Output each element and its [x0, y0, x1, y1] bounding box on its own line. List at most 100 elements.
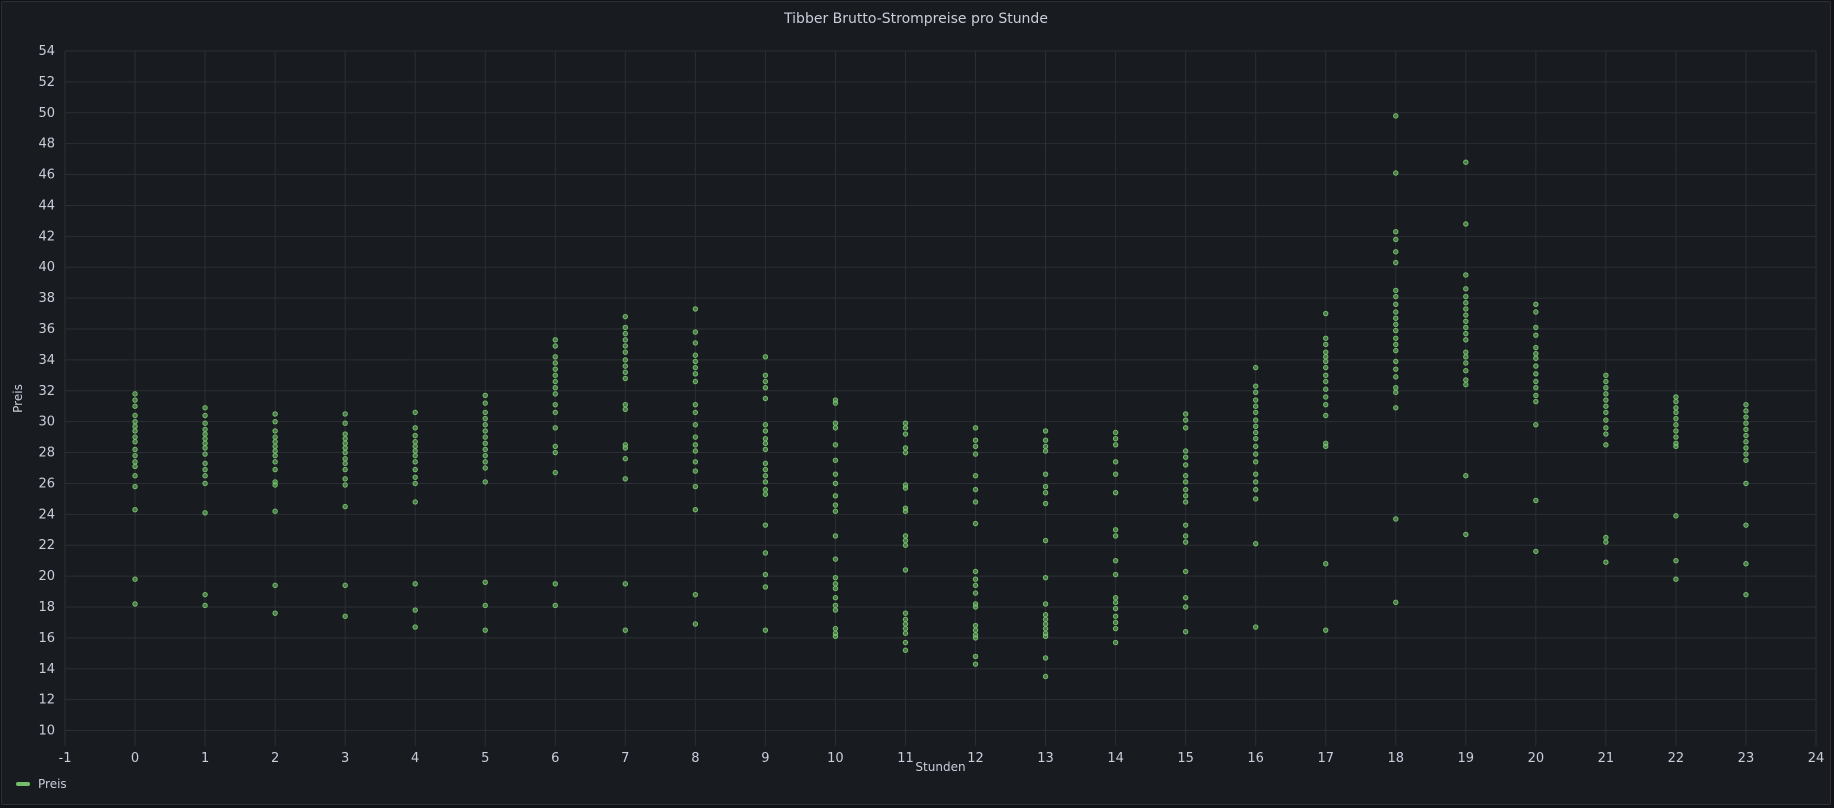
- data-point[interactable]: [1252, 423, 1259, 429]
- data-point[interactable]: [1323, 386, 1329, 392]
- data-point[interactable]: [972, 486, 979, 493]
- data-point[interactable]: [132, 483, 138, 490]
- data-point[interactable]: [762, 466, 769, 473]
- data-point[interactable]: [1533, 422, 1539, 428]
- data-point[interactable]: [482, 422, 488, 428]
- data-point[interactable]: [1393, 321, 1399, 328]
- data-point[interactable]: [412, 466, 418, 473]
- data-point[interactable]: [1042, 625, 1049, 632]
- data-point[interactable]: [482, 428, 488, 434]
- data-point[interactable]: [1533, 497, 1539, 504]
- data-point[interactable]: [482, 446, 488, 453]
- data-point[interactable]: [902, 567, 909, 573]
- data-point[interactable]: [342, 435, 348, 442]
- data-point[interactable]: [482, 409, 488, 416]
- data-point[interactable]: [342, 482, 348, 488]
- data-point[interactable]: [1252, 435, 1259, 442]
- data-point[interactable]: [1182, 411, 1189, 417]
- data-point[interactable]: [132, 397, 138, 403]
- data-point[interactable]: [1323, 335, 1329, 341]
- data-point[interactable]: [902, 508, 909, 514]
- data-point[interactable]: [482, 579, 488, 585]
- data-point[interactable]: [1743, 439, 1749, 445]
- data-point[interactable]: [692, 352, 699, 358]
- data-point[interactable]: [1252, 417, 1259, 423]
- data-point[interactable]: [342, 420, 348, 426]
- data-point[interactable]: [1743, 420, 1749, 426]
- data-point[interactable]: [1743, 480, 1749, 487]
- data-point[interactable]: [902, 630, 909, 636]
- data-point[interactable]: [622, 324, 629, 331]
- data-point[interactable]: [202, 405, 208, 411]
- data-point[interactable]: [1603, 378, 1609, 385]
- data-point[interactable]: [1603, 372, 1609, 379]
- data-point[interactable]: [1042, 500, 1049, 507]
- data-point[interactable]: [1182, 604, 1189, 610]
- data-point[interactable]: [762, 571, 769, 578]
- data-point[interactable]: [552, 384, 558, 391]
- data-point[interactable]: [622, 363, 629, 369]
- data-point[interactable]: [1323, 372, 1329, 379]
- data-point[interactable]: [972, 582, 979, 589]
- data-point[interactable]: [622, 456, 629, 462]
- data-point[interactable]: [1252, 397, 1259, 403]
- data-point[interactable]: [342, 456, 348, 462]
- data-point[interactable]: [832, 508, 839, 514]
- data-point[interactable]: [412, 607, 418, 613]
- data-point[interactable]: [972, 627, 979, 633]
- data-point[interactable]: [762, 378, 769, 385]
- data-point[interactable]: [1323, 394, 1329, 400]
- data-point[interactable]: [412, 480, 418, 487]
- data-point[interactable]: [762, 473, 769, 479]
- data-point[interactable]: [972, 443, 979, 450]
- data-point[interactable]: [342, 445, 348, 451]
- data-point[interactable]: [972, 622, 979, 629]
- data-point[interactable]: [1042, 437, 1049, 443]
- data-point[interactable]: [972, 499, 979, 505]
- data-point[interactable]: [1533, 392, 1539, 399]
- data-point[interactable]: [1393, 249, 1399, 255]
- data-point[interactable]: [1042, 490, 1049, 496]
- data-point[interactable]: [132, 452, 138, 459]
- data-point[interactable]: [1393, 374, 1399, 380]
- data-point[interactable]: [1393, 366, 1399, 372]
- data-point[interactable]: [1463, 306, 1469, 312]
- data-point[interactable]: [132, 459, 138, 465]
- data-point[interactable]: [1182, 568, 1189, 575]
- data-point[interactable]: [1743, 561, 1749, 567]
- data-point[interactable]: [482, 465, 488, 471]
- data-point[interactable]: [1463, 272, 1469, 278]
- data-point[interactable]: [1533, 371, 1539, 377]
- data-point[interactable]: [1463, 318, 1469, 324]
- data-point[interactable]: [1743, 445, 1749, 451]
- data-point[interactable]: [1323, 341, 1329, 348]
- data-point[interactable]: [272, 439, 278, 445]
- data-point[interactable]: [1603, 391, 1609, 397]
- data-point[interactable]: [1323, 349, 1329, 355]
- data-point[interactable]: [202, 445, 208, 451]
- data-point[interactable]: [1533, 363, 1539, 369]
- data-point[interactable]: [1463, 293, 1469, 300]
- data-point[interactable]: [762, 372, 769, 379]
- data-point[interactable]: [972, 473, 979, 479]
- data-point[interactable]: [1042, 655, 1049, 661]
- data-point[interactable]: [1252, 364, 1259, 371]
- data-point[interactable]: [202, 460, 208, 467]
- data-point[interactable]: [1463, 324, 1469, 331]
- data-point[interactable]: [1112, 613, 1119, 619]
- data-point[interactable]: [1112, 599, 1119, 606]
- data-point[interactable]: [1182, 454, 1189, 460]
- data-point[interactable]: [412, 409, 418, 416]
- data-point[interactable]: [1603, 417, 1609, 423]
- data-point[interactable]: [762, 395, 769, 402]
- data-point[interactable]: [622, 349, 629, 355]
- data-point[interactable]: [1533, 332, 1539, 338]
- data-point[interactable]: [832, 625, 839, 632]
- data-point[interactable]: [412, 443, 418, 450]
- data-point[interactable]: [832, 633, 839, 640]
- data-point[interactable]: [692, 442, 699, 448]
- data-point[interactable]: [622, 401, 629, 408]
- data-point[interactable]: [1463, 312, 1469, 318]
- data-point[interactable]: [1393, 384, 1399, 391]
- data-point[interactable]: [552, 372, 558, 379]
